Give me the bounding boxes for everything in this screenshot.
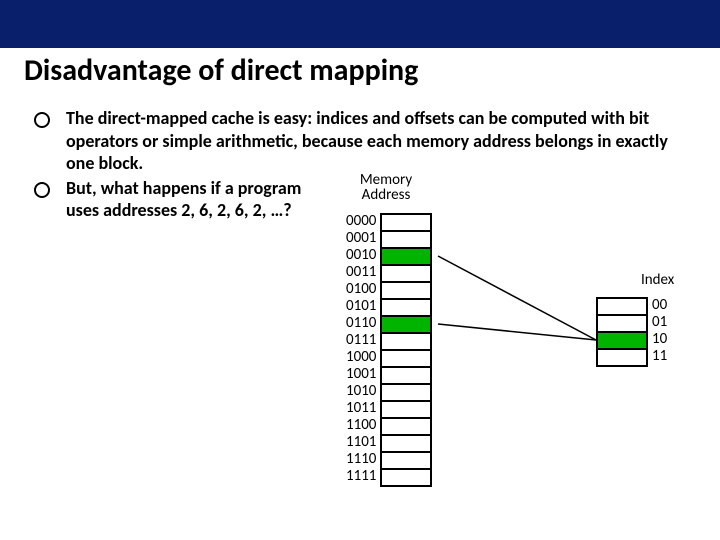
cache-column-group: 00011011: [596, 297, 667, 367]
memory-cell: [382, 368, 430, 385]
memory-cell: [382, 283, 430, 300]
memory-cell: [382, 436, 430, 453]
memory-address: 1010: [346, 383, 376, 400]
memory-column-group: 0000000100100011010001010110011110001001…: [346, 213, 432, 487]
memory-address: 0010: [346, 247, 376, 264]
top-band: [0, 0, 720, 48]
cache-column: [596, 297, 648, 367]
memory-cell: [382, 249, 430, 266]
memory-address: 0001: [346, 230, 376, 247]
cache-indices: 00011011: [652, 297, 667, 367]
cache-cell: [598, 299, 646, 316]
memory-cell: [382, 453, 430, 470]
memory-cell: [382, 266, 430, 283]
bullet-list: The direct-mapped cache is easy: indices…: [34, 107, 696, 222]
memory-address: 1111: [346, 468, 376, 485]
bullet-marker-icon: [34, 112, 50, 128]
memory-addresses: 0000000100100011010001010110011110001001…: [346, 213, 376, 487]
cache-index: 11: [652, 348, 667, 365]
memory-cell: [382, 232, 430, 249]
memory-cell: [382, 334, 430, 351]
bullet-marker-icon: [34, 182, 50, 198]
cache-cell: [598, 350, 646, 367]
memory-cell: [382, 402, 430, 419]
memory-cell: [382, 419, 430, 436]
index-label: Index: [641, 271, 674, 289]
memory-label: Memory Address: [346, 173, 426, 205]
memory-cell: [382, 317, 430, 334]
cache-index: 01: [652, 314, 667, 331]
memory-label-line: Address: [346, 188, 426, 204]
memory-address: 0000: [346, 213, 376, 230]
memory-cell: [382, 470, 430, 487]
cache-index: 10: [652, 331, 667, 348]
memory-address: 1100: [346, 417, 376, 434]
memory-cell: [382, 215, 430, 232]
memory-address: 0111: [346, 332, 376, 349]
memory-address: 1110: [346, 451, 376, 468]
memory-cell: [382, 300, 430, 317]
memory-address: 1101: [346, 434, 376, 451]
bullet-item: But, what happens if a program uses addr…: [34, 177, 696, 222]
memory-cell: [382, 351, 430, 368]
slide-title: Disadvantage of direct mapping: [24, 52, 720, 89]
memory-address: 1011: [346, 400, 376, 417]
memory-address: 0101: [346, 298, 376, 315]
memory-address: 1000: [346, 349, 376, 366]
bullet-item: The direct-mapped cache is easy: indices…: [34, 107, 696, 175]
memory-address: 0100: [346, 281, 376, 298]
memory-cell: [382, 385, 430, 402]
cache-cell: [598, 316, 646, 333]
bullet-text: But, what happens if a program uses addr…: [66, 177, 336, 222]
memory-address: 0011: [346, 264, 376, 281]
bullet-text: The direct-mapped cache is easy: indices…: [66, 107, 696, 175]
cache-cell: [598, 333, 646, 350]
memory-address: 0110: [346, 315, 376, 332]
memory-address: 1001: [346, 366, 376, 383]
cache-index: 00: [652, 297, 667, 314]
memory-column: [380, 213, 432, 487]
